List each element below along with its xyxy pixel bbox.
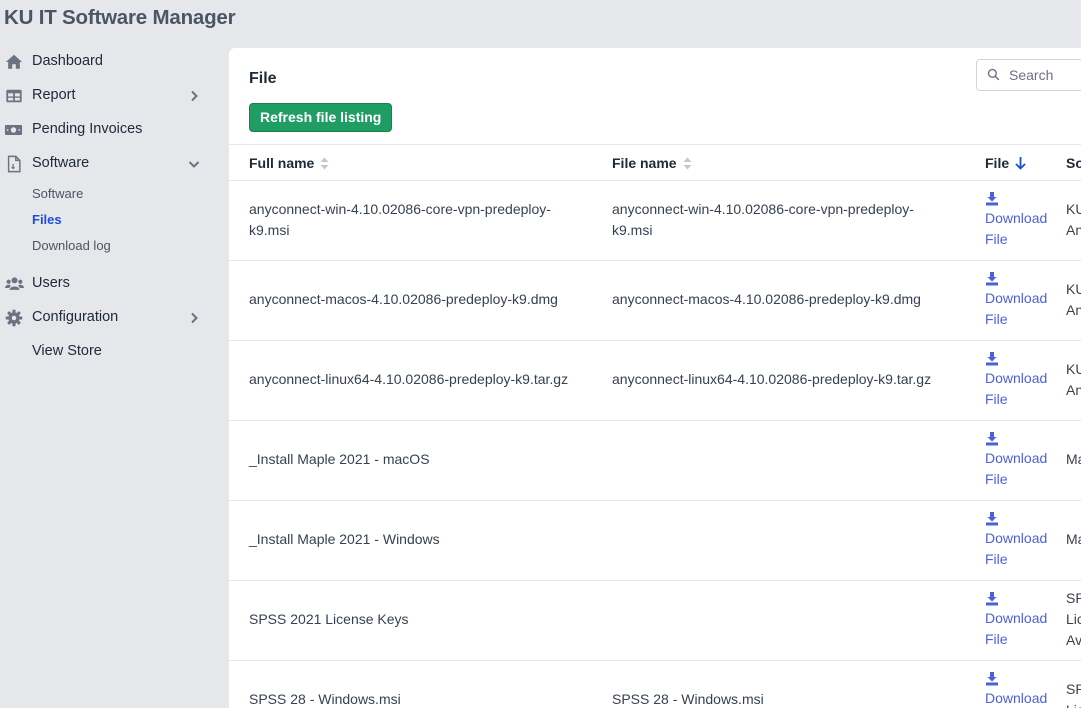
table-row: anyconnect-win-4.10.02086-core-vpn-prede… <box>229 180 1081 261</box>
sort-descending-icon <box>1015 157 1026 170</box>
file-name-cell: anyconnect-macos-4.10.02086-predeploy-k9… <box>612 291 921 307</box>
sidebar-item-configuration[interactable]: Configuration <box>0 306 210 330</box>
refresh-file-listing-button[interactable]: Refresh file listing <box>249 103 393 132</box>
download-file-link[interactable]: DownloadFile <box>985 671 1055 708</box>
sidebar-item-label: Software <box>32 155 90 171</box>
table-row: _Install Maple 2021 - Windows Download Fil… <box>229 500 1081 581</box>
search-box <box>976 59 1081 91</box>
app-title: KU IT Software Manager <box>4 6 236 29</box>
gear-icon <box>5 309 23 327</box>
download-icon <box>986 672 998 686</box>
table-header: Full name File name File So <box>229 144 1081 181</box>
column-header-full-name[interactable]: Full name <box>249 155 329 171</box>
sidebar-item-view-store[interactable]: View Store <box>0 340 210 364</box>
source-cell: SP Lic Av <box>1066 590 1081 648</box>
full-name-cell: anyconnect-linux64-4.10.02086-predeploy-… <box>249 371 569 387</box>
source-cell: Ma <box>1066 451 1081 467</box>
download-icon <box>986 592 998 606</box>
table-row: _Install Maple 2021 - macOS Download File M… <box>229 420 1081 501</box>
full-name-cell: _Install Maple 2021 - Windows <box>249 531 440 547</box>
sidebar-item-report[interactable]: Report <box>0 84 210 108</box>
table-row: SPSS 28 - Windows.msi SPSS 28 - Windows.m… <box>229 660 1081 708</box>
download-file-link[interactable]: DownloadFile <box>985 511 1055 570</box>
table-row: anyconnect-linux64-4.10.02086-predeploy-… <box>229 340 1081 421</box>
file-name-cell: anyconnect-win-4.10.02086-core-vpn-prede… <box>612 201 914 238</box>
main-panel: File Refresh file listing Full name File… <box>229 48 1081 708</box>
panel-title: File <box>249 70 277 87</box>
sidebar-item-label: Users <box>32 275 70 291</box>
chevron-down-icon <box>188 161 200 168</box>
sidebar-item-label: Pending Invoices <box>32 121 143 137</box>
source-cell: KU An <box>1066 281 1081 318</box>
full-name-cell: anyconnect-win-4.10.02086-core-vpn-prede… <box>249 201 551 238</box>
download-icon <box>986 272 998 286</box>
source-cell: KU An <box>1066 361 1081 398</box>
source-cell: KU An <box>1066 201 1081 238</box>
sidebar-subitem-download-log[interactable]: Download log <box>32 238 111 253</box>
download-icon <box>986 432 998 446</box>
money-icon <box>4 125 23 135</box>
sidebar-item-label: Dashboard <box>32 53 103 69</box>
sort-icon <box>320 157 329 170</box>
sidebar-item-label: Configuration <box>32 309 119 325</box>
search-input[interactable] <box>1007 64 1081 86</box>
full-name-cell: _Install Maple 2021 - macOS <box>249 451 430 467</box>
sidebar-subitem-software[interactable]: Software <box>32 186 83 201</box>
download-file-link[interactable]: DownloadFile <box>985 351 1055 410</box>
table-row: anyconnect-macos-4.10.02086-predeploy-k9… <box>229 260 1081 341</box>
download-icon <box>986 352 998 366</box>
download-icon <box>986 512 998 526</box>
full-name-cell: anyconnect-macos-4.10.02086-predeploy-k9… <box>249 291 558 307</box>
column-header-file[interactable]: File <box>985 155 1026 171</box>
table-icon <box>6 89 22 103</box>
download-file-link[interactable]: DownloadFile <box>985 271 1055 330</box>
source-cell: Ma <box>1066 531 1081 547</box>
sort-icon <box>683 157 692 170</box>
home-icon <box>5 54 23 69</box>
search-icon <box>987 68 1000 81</box>
sidebar-item-dashboard[interactable]: Dashboard <box>0 50 210 74</box>
full-name-cell: SPSS 28 - Windows.msi <box>249 691 401 707</box>
sidebar-subitem-files[interactable]: Files <box>32 212 62 227</box>
users-icon <box>5 277 24 290</box>
download-file-link[interactable]: DownloadFile <box>985 191 1055 250</box>
file-name-cell: SPSS 28 - Windows.msi <box>612 691 764 707</box>
download-file-link[interactable]: DownloadFile <box>985 431 1055 490</box>
sidebar-item-label: View Store <box>32 343 102 359</box>
sidebar-item-software[interactable]: Software <box>0 152 210 176</box>
chevron-right-icon <box>191 312 198 324</box>
download-file-link[interactable]: DownloadFile <box>985 591 1055 650</box>
column-header-source[interactable]: So <box>1066 155 1081 171</box>
column-header-file-name[interactable]: File name <box>612 155 692 171</box>
table-row: SPSS 2021 License Keys Download File SP Lic A… <box>229 580 1081 661</box>
sidebar-item-label: Report <box>32 87 76 103</box>
sidebar-item-users[interactable]: Users <box>0 272 210 296</box>
chevron-right-icon <box>191 90 198 102</box>
file-name-cell: anyconnect-linux64-4.10.02086-predeploy-… <box>612 371 932 387</box>
file-icon <box>7 155 21 173</box>
source-cell: SPLic <box>1066 681 1081 708</box>
download-icon <box>986 192 998 206</box>
sidebar-item-pending-invoices[interactable]: Pending Invoices <box>0 118 210 142</box>
full-name-cell: SPSS 2021 License Keys <box>249 611 409 627</box>
